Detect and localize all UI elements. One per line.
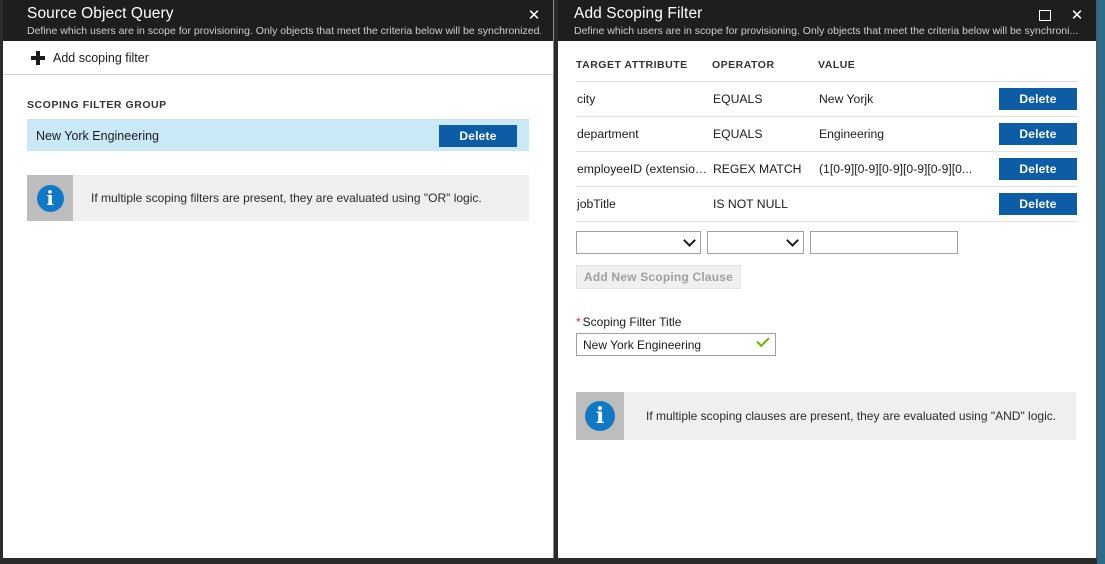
cell-value: (1[0-9][0-9][0-9][0-9][0-9][0... [818,152,978,187]
table-row: jobTitle IS NOT NULL Delete [576,187,1078,222]
delete-clause-button[interactable]: Delete [999,88,1077,110]
maximize-icon [1039,10,1051,21]
cell-actions: Delete [978,82,1078,117]
cell-value [818,187,978,222]
scoping-filter-list-item[interactable]: New York Engineering Delete [27,120,529,151]
required-indicator: * [576,315,581,329]
right-blade-close-button[interactable]: ✕ [1066,4,1088,26]
table-header-row: TARGET ATTRIBUTE OPERATOR VALUE [576,59,1078,82]
column-header-operator: OPERATOR [712,59,818,82]
cell-value: New Yorjk [818,82,978,117]
column-header-value: VALUE [818,59,978,82]
right-blade-maximize-button[interactable] [1034,4,1056,26]
left-blade-header-buttons: ✕ [523,4,545,26]
new-clause-attribute-select[interactable] [576,231,701,254]
new-clause-operator-select[interactable] [707,231,804,254]
cell-target-attribute: employeeID (extension... [576,152,712,187]
new-clause-input-row [576,231,1076,254]
left-blade-title: Source Object Query [27,4,541,23]
delete-clause-button[interactable]: Delete [999,123,1077,145]
cell-actions: Delete [978,152,1078,187]
and-logic-info-box: i If multiple scoping clauses are presen… [576,392,1076,440]
right-blade-header: Add Scoping Filter Define which users ar… [558,0,1096,41]
right-blade-title: Add Scoping Filter [574,4,1084,23]
blade-source-object-query: Source Object Query Define which users a… [3,0,554,559]
info-icon: i [37,185,64,212]
scoping-clauses-table-head: TARGET ATTRIBUTE OPERATOR VALUE [576,59,1078,82]
or-logic-info-text: If multiple scoping filters are present,… [73,191,482,205]
app-root: Source Object Query Define which users a… [0,0,1105,564]
column-header-actions [978,59,1078,82]
chevron-down-icon [786,234,799,247]
scoping-filter-title-label-text: Scoping Filter Title [583,315,682,329]
scoping-filter-name: New York Engineering [36,129,439,143]
close-icon: ✕ [528,8,541,23]
and-logic-info-text: If multiple scoping clauses are present,… [624,409,1056,423]
cell-target-attribute: city [576,82,712,117]
right-blade-header-buttons: ✕ [1034,4,1088,26]
portal-edge-strip [1097,0,1105,564]
scoping-clauses-table-body: city EQUALS New Yorjk Delete department … [576,82,1078,222]
cell-operator: REGEX MATCH [712,152,818,187]
table-row: employeeID (extension... REGEX MATCH (1[… [576,152,1078,187]
add-scoping-filter-label: Add scoping filter [53,51,149,65]
scoping-filter-title-input-wrapper [576,333,776,356]
add-new-scoping-clause-button[interactable]: Add New Scoping Clause [576,265,741,289]
scoping-filter-title-input[interactable] [577,334,775,355]
or-logic-info-box: i If multiple scoping filters are presen… [27,175,529,221]
right-blade-body: TARGET ATTRIBUTE OPERATOR VALUE city EQU… [558,59,1096,440]
right-blade-subtitle: Define which users are in scope for prov… [574,24,1084,38]
cell-value: Engineering [818,117,978,152]
left-blade-body: SCOPING FILTER GROUP New York Engineerin… [3,75,553,221]
info-icon-container: i [27,175,73,221]
scoping-clauses-table: TARGET ATTRIBUTE OPERATOR VALUE city EQU… [576,59,1078,222]
cell-actions: Delete [978,187,1078,222]
cell-operator: IS NOT NULL [712,187,818,222]
info-icon: i [585,401,615,431]
chevron-down-icon [683,234,696,247]
table-row: department EQUALS Engineering Delete [576,117,1078,152]
cell-operator: EQUALS [712,82,818,117]
cell-target-attribute: department [576,117,712,152]
cell-operator: EQUALS [712,117,818,152]
scoping-filter-group-caption: SCOPING FILTER GROUP [27,75,529,120]
close-icon: ✕ [1071,8,1084,23]
new-clause-value-input[interactable] [810,231,958,254]
cell-actions: Delete [978,117,1078,152]
scoping-filter-title-label: *Scoping Filter Title [576,315,1076,329]
delete-clause-button[interactable]: Delete [999,193,1077,215]
plus-icon [31,51,45,65]
table-row: city EQUALS New Yorjk Delete [576,82,1078,117]
column-header-target-attribute: TARGET ATTRIBUTE [576,59,712,82]
left-blade-subtitle: Define which users are in scope for prov… [27,24,541,38]
delete-clause-button[interactable]: Delete [999,158,1077,180]
cell-target-attribute: jobTitle [576,187,712,222]
blade-add-scoping-filter: Add Scoping Filter Define which users ar… [558,0,1097,559]
add-scoping-filter-command[interactable]: Add scoping filter [3,41,553,75]
delete-scoping-filter-button[interactable]: Delete [439,125,517,147]
info-icon-container: i [576,392,624,440]
scoping-filter-title-field-block: *Scoping Filter Title [576,315,1076,356]
left-blade-header: Source Object Query Define which users a… [3,0,553,41]
left-blade-close-button[interactable]: ✕ [523,4,545,26]
